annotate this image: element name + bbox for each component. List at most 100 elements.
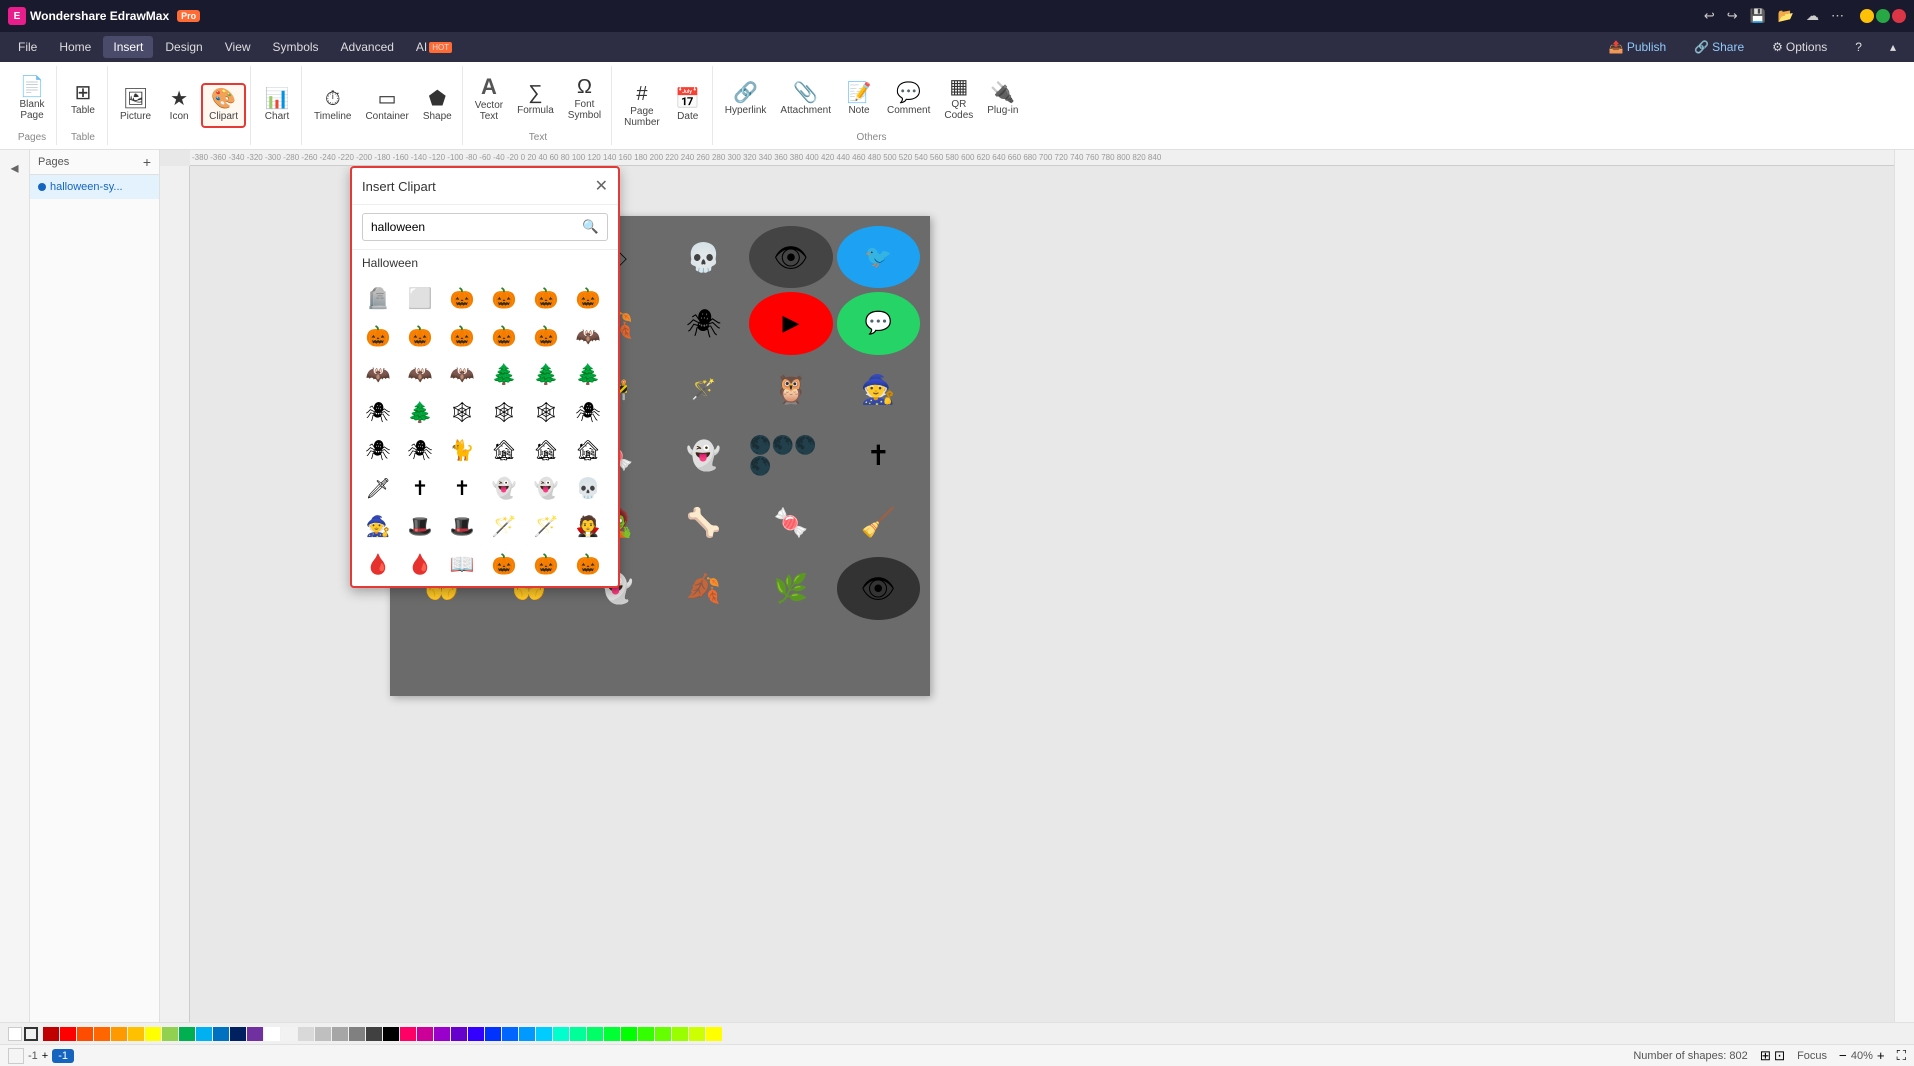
container-button[interactable]: ▭ Container xyxy=(359,85,414,126)
clipart-item[interactable]: 🎃 xyxy=(360,318,396,354)
clipart-item[interactable]: 🌲 xyxy=(402,394,438,430)
canvas-item[interactable]: 🕷 xyxy=(662,292,745,354)
color-swatch[interactable] xyxy=(536,1027,552,1041)
zoom-out-button[interactable]: − xyxy=(1839,1048,1847,1063)
fullscreen-button[interactable]: ⛶ xyxy=(1897,1048,1906,1064)
maximize-button[interactable] xyxy=(1876,9,1890,23)
open-button[interactable]: 📂 xyxy=(1774,6,1798,26)
clipart-item[interactable]: 🕷 xyxy=(360,432,396,468)
clipart-item[interactable]: 🕷 xyxy=(360,394,396,430)
timeline-button[interactable]: ⏱ Timeline xyxy=(308,85,357,126)
clipart-item[interactable]: 🎩 xyxy=(402,508,438,544)
canvas-item[interactable]: 🍬 xyxy=(749,491,832,553)
fit-button[interactable]: ⊞ xyxy=(1760,1048,1771,1064)
clipart-item[interactable]: 🏚 xyxy=(570,432,606,468)
font-symbol-button[interactable]: Ω FontSymbol xyxy=(562,73,607,125)
color-swatch[interactable] xyxy=(247,1027,263,1041)
note-button[interactable]: 📝 Note xyxy=(839,79,879,120)
canvas-item[interactable]: 💀 xyxy=(662,226,745,288)
color-swatch[interactable] xyxy=(570,1027,586,1041)
color-swatch[interactable] xyxy=(468,1027,484,1041)
clipart-item[interactable]: 🎃 xyxy=(528,280,564,316)
format-button[interactable] xyxy=(8,1048,24,1064)
share-button[interactable]: 🔗 Share xyxy=(1684,37,1754,57)
clipart-item[interactable]: 🌲 xyxy=(486,356,522,392)
clipart-item[interactable]: 🕸 xyxy=(444,394,480,430)
clipart-item[interactable]: 🏚 xyxy=(528,432,564,468)
clipart-item[interactable]: 🩸 xyxy=(402,546,438,582)
color-swatch[interactable] xyxy=(128,1027,144,1041)
color-swatch[interactable] xyxy=(655,1027,671,1041)
color-swatch[interactable] xyxy=(502,1027,518,1041)
clipart-item[interactable]: 🧙 xyxy=(360,508,396,544)
color-swatch[interactable] xyxy=(621,1027,637,1041)
clipart-item[interactable]: 🎩 xyxy=(444,508,480,544)
color-swatch[interactable] xyxy=(43,1027,59,1041)
color-swatch[interactable] xyxy=(366,1027,382,1041)
fill-color-swatch[interactable] xyxy=(8,1027,22,1041)
clipart-button[interactable]: 🎨 Clipart xyxy=(201,83,246,128)
color-swatch[interactable] xyxy=(315,1027,331,1041)
color-swatch[interactable] xyxy=(587,1027,603,1041)
clipart-item[interactable]: 🎃 xyxy=(486,546,522,582)
add-tab-button[interactable]: + xyxy=(42,1050,48,1062)
save-button[interactable]: 💾 xyxy=(1746,6,1770,26)
clipart-item[interactable]: 🕸 xyxy=(486,394,522,430)
page-tab-1[interactable]: halloween-sy... xyxy=(30,175,159,199)
vector-text-button[interactable]: A VectorText xyxy=(469,72,509,126)
color-swatch[interactable] xyxy=(111,1027,127,1041)
clipart-item[interactable]: 🧛 xyxy=(570,508,606,544)
canvas-item[interactable]: 🍂 xyxy=(662,557,745,619)
collapse-button[interactable]: ▴ xyxy=(1880,37,1906,57)
clipart-item[interactable]: 🎃 xyxy=(444,318,480,354)
clipart-item[interactable]: ✝ xyxy=(444,470,480,506)
menu-advanced[interactable]: Advanced xyxy=(331,36,404,58)
color-swatch[interactable] xyxy=(519,1027,535,1041)
menu-symbols[interactable]: Symbols xyxy=(263,36,329,58)
minimize-button[interactable] xyxy=(1860,9,1874,23)
menu-design[interactable]: Design xyxy=(155,36,212,58)
cloud-button[interactable]: ☁ xyxy=(1802,6,1823,26)
clipart-item[interactable]: 🎃 xyxy=(570,280,606,316)
color-swatch[interactable] xyxy=(196,1027,212,1041)
picture-button[interactable]: 🖼 Picture xyxy=(114,85,157,126)
clipart-item[interactable]: 🪦 xyxy=(360,280,396,316)
clipart-item[interactable]: 🦇 xyxy=(402,356,438,392)
help-button[interactable]: ? xyxy=(1845,37,1872,57)
clipart-item[interactable]: 🎃 xyxy=(486,318,522,354)
clipart-item[interactable]: 👻 xyxy=(486,470,522,506)
zoom-in-button[interactable]: + xyxy=(1877,1048,1885,1063)
color-swatch[interactable] xyxy=(145,1027,161,1041)
color-swatch[interactable] xyxy=(162,1027,178,1041)
color-swatch[interactable] xyxy=(264,1027,280,1041)
canvas-item[interactable]: 👁 xyxy=(837,557,920,619)
actual-size-button[interactable]: ⊡ xyxy=(1774,1048,1785,1064)
qr-codes-button[interactable]: ▦ QRCodes xyxy=(938,73,979,125)
canvas-drawing[interactable]: 🎃 🪦 🏷 💀 👁 🐦 👻 👻 🍂 🕷 ▶ 💬 💡 🌿 🚧 🪄 🦉 xyxy=(190,166,1894,1022)
search-button[interactable]: 🔍 xyxy=(574,214,607,240)
color-swatch[interactable] xyxy=(485,1027,501,1041)
color-swatch[interactable] xyxy=(451,1027,467,1041)
color-swatch[interactable] xyxy=(60,1027,76,1041)
clipart-item[interactable]: 🐈 xyxy=(444,432,480,468)
canvas-item[interactable]: 🌑🌑🌑🌑 xyxy=(749,425,832,487)
clipart-item[interactable]: 🩸 xyxy=(360,546,396,582)
clipart-item[interactable]: 🕷 xyxy=(570,394,606,430)
clipart-item[interactable]: 🦇 xyxy=(570,318,606,354)
clipart-item[interactable]: 🏚 xyxy=(486,432,522,468)
redo-button[interactable]: ↪ xyxy=(1723,6,1742,26)
date-button[interactable]: 📅 Date xyxy=(668,85,708,126)
formula-button[interactable]: ∑ Formula xyxy=(511,79,560,120)
clipart-item[interactable]: 🕸 xyxy=(528,394,564,430)
more-options-button[interactable]: ⋯ xyxy=(1827,6,1848,26)
color-swatch[interactable] xyxy=(349,1027,365,1041)
hyperlink-button[interactable]: 🔗 Hyperlink xyxy=(719,79,773,120)
clipart-item[interactable]: 📖 xyxy=(444,546,480,582)
panel-toggle[interactable]: ◂ xyxy=(6,154,22,182)
plug-in-button[interactable]: 🔌 Plug-in xyxy=(981,79,1024,120)
color-swatch[interactable] xyxy=(400,1027,416,1041)
color-swatch[interactable] xyxy=(604,1027,620,1041)
color-swatch[interactable] xyxy=(553,1027,569,1041)
canvas-item[interactable]: 🌿 xyxy=(749,557,832,619)
clipart-item[interactable]: 🕷 xyxy=(402,432,438,468)
